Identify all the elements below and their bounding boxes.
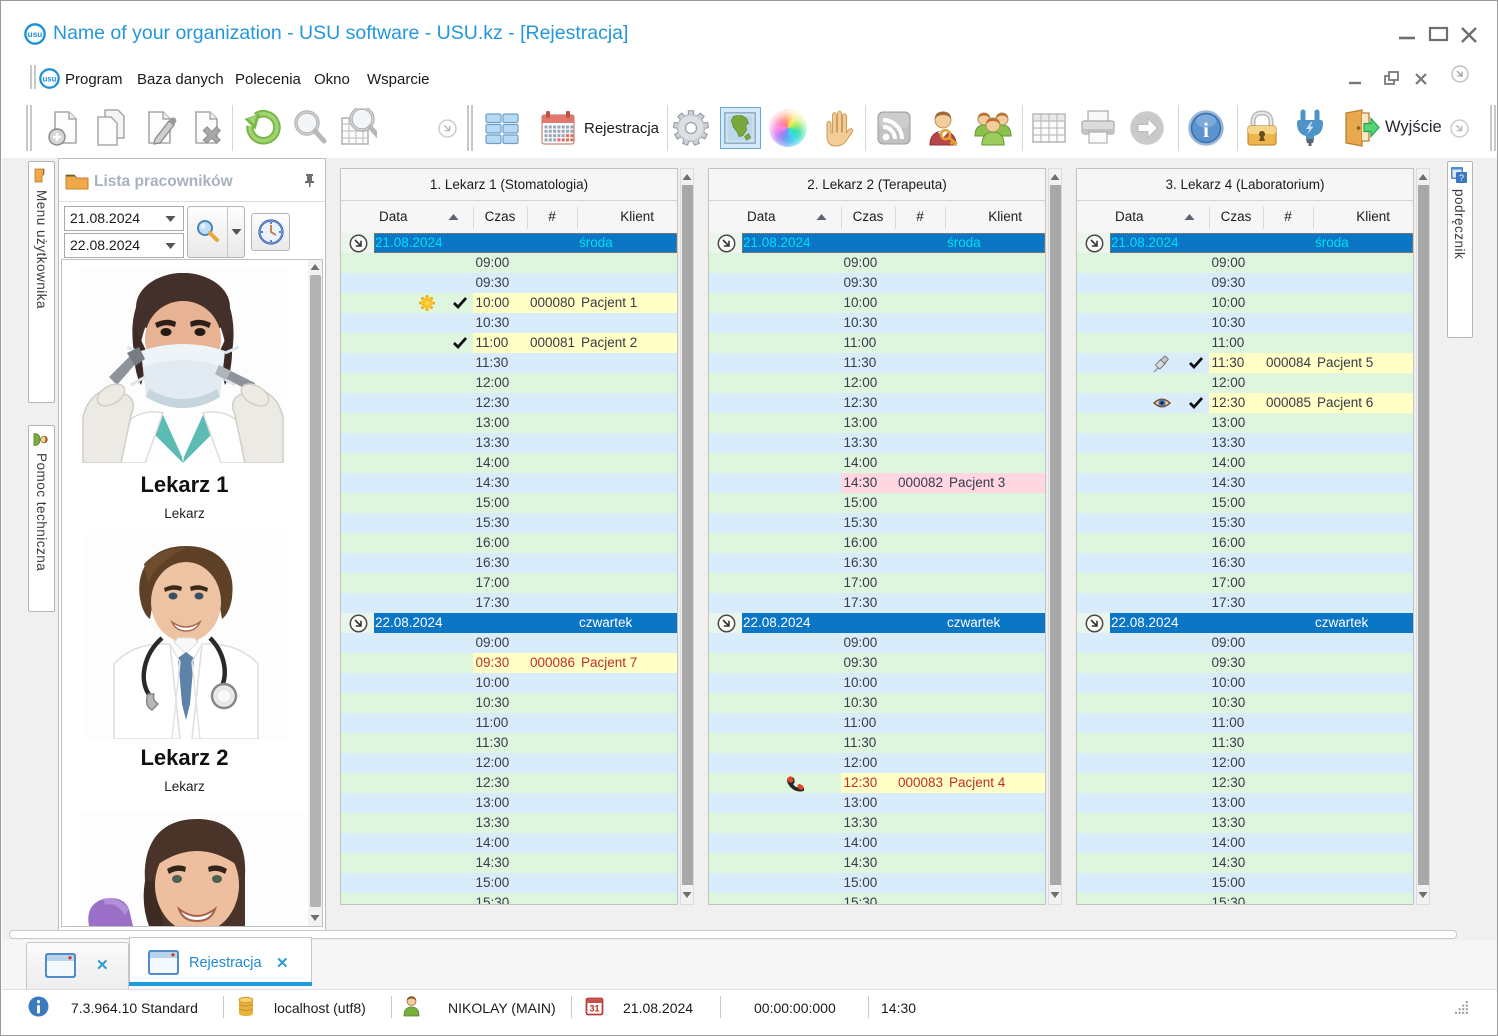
svg-text:usu: usu (28, 30, 43, 39)
svg-text:i: i (1203, 118, 1209, 142)
svg-text:?: ? (1459, 173, 1464, 183)
svg-text:31: 31 (589, 1004, 599, 1014)
svg-text:usu: usu (43, 75, 57, 84)
